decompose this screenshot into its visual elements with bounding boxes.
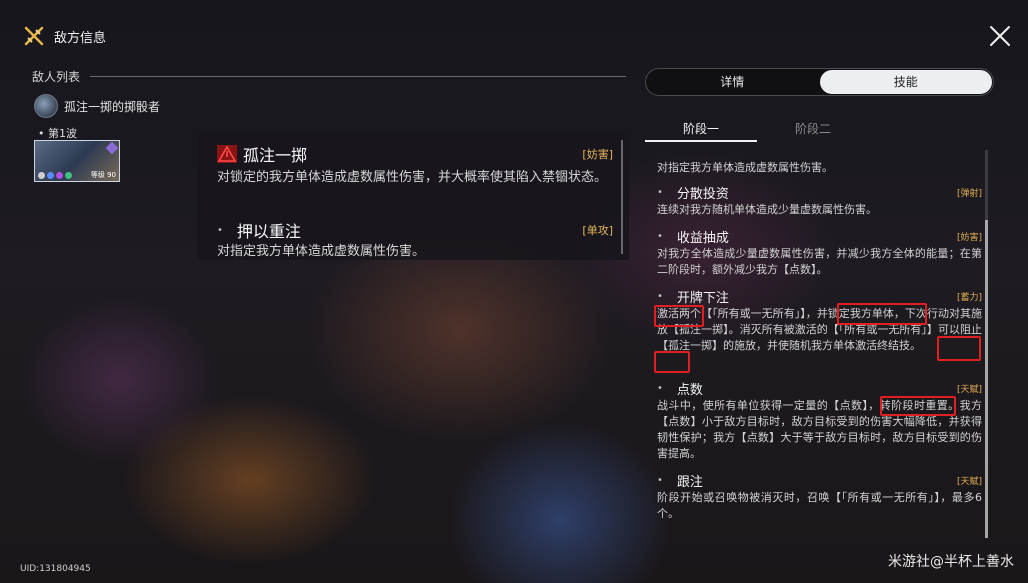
enemy-name: 孤注一掷的掷骰者 [64,99,161,114]
bullet-icon: • [217,224,223,236]
highlight-box [937,336,981,361]
highlight-box [880,396,956,416]
enemy-avatar [34,94,58,118]
skill-name: 点数 [676,382,703,398]
skill-item: • 点数 [天赋] 战斗中，使所有单位获得一定量的【点数】，转阶段时重置。我方【… [657,378,982,462]
popup-scrollbar[interactable] [621,140,623,254]
skill-tag: [天赋] [956,476,982,487]
enemy-card[interactable]: 等级 90 [34,140,120,182]
skill-item: • 收益抽成 [妨害] 对我方全体造成少量虚数属性伤害，并减少我方全体的能量；在… [657,226,982,278]
close-icon[interactable] [988,24,1012,48]
skill-name: 跟注 [676,474,703,490]
stage-tabs: 阶段一 阶段二 [645,120,995,142]
wave-label: • 第1波 [38,127,77,140]
popup-skill-name: 押以重注 [236,222,301,241]
weakness-icons [38,172,72,179]
skill-item: • 跟注 [天赋] 阶段开始或召唤物被消灭时，召唤【「所有或一无所有」】，最多6… [657,470,982,522]
boss-badge-icon [105,141,119,155]
tab-stage-1[interactable]: 阶段一 [645,120,757,137]
enemy-list-label: 敌人列表 [32,70,81,84]
popup-skill-desc: 对指定我方单体造成虚数属性伤害。 [217,244,426,259]
skill-desc: 对指定我方单体造成虚数属性伤害。 [657,161,833,174]
popup-skill-1-head: 孤注一掷 [妨害] [217,142,613,166]
skill-head: • 收益抽成 [妨害] [657,226,982,246]
skill-item: • 分散投资 [弹射] 连续对我方随机单体造成少量虚数属性伤害。 [657,182,982,218]
enemy-level: 等级 90 [90,171,116,179]
popup-skill-tag: [单攻] [582,224,613,237]
skill-tag: [蓄力] [956,292,982,303]
uid-label: UID:131804945 [20,564,91,574]
popup-skill-2-head: • 押以重注 [单攻] [217,218,613,242]
skill-detail-popup: 孤注一掷 [妨害] 对锁定的我方单体造成虚数属性伤害，并大概率使其陷入禁锢状态。… [197,134,629,260]
skill-item: 对指定我方单体造成虚数属性伤害。 [657,160,982,176]
bullet-icon: • [657,290,663,302]
skill-tag: [妨害] [956,232,982,243]
skill-name: 分散投资 [676,186,729,202]
page-title: 敌方信息 [54,30,107,46]
bullet-icon: • [657,230,663,242]
divider [90,76,626,77]
skill-head: • 点数 [天赋] [657,378,982,398]
header: 敌方信息 [22,24,106,48]
popup-skill-name: 孤注一掷 [243,146,308,165]
popup-skill-tag: [妨害] [582,148,613,161]
tab-details[interactable]: 详情 [646,69,819,95]
skill-name: 收益抽成 [676,230,729,246]
highlight-box [837,303,927,325]
skill-desc: 激活两个【「所有或一无所有」】，并锁定我方单体，下次行动对其施放【孤注一掷】。消… [657,307,982,352]
tab-stage-2[interactable]: 阶段二 [757,120,869,137]
enemy-list-header: 敌人列表 [32,68,626,85]
skill-desc: 对我方全体造成少量虚数属性伤害，并减少我方全体的能量；在第二阶段时，额外减少我方… [657,247,982,276]
bullet-icon: • [657,474,663,486]
skill-list: 对指定我方单体造成虚数属性伤害。 • 分散投资 [弹射] 连续对我方随机单体造成… [650,148,982,538]
skill-desc: 阶段开始或召唤物被消灭时，召唤【「所有或一无所有」】，最多6个。 [657,491,982,520]
skill-desc: 连续对我方随机单体造成少量虚数属性伤害。 [657,203,877,216]
highlight-box [654,305,704,327]
bullet-icon: • [657,382,663,394]
tab-skills[interactable]: 技能 [819,70,992,94]
warning-icon [217,145,237,163]
skill-head: • 分散投资 [弹射] [657,182,982,202]
skill-head: • 跟注 [天赋] [657,470,982,490]
highlight-box [654,351,690,373]
skill-tag: [弹射] [956,188,982,199]
enemy-entry[interactable]: 孤注一掷的掷骰者 [34,94,160,118]
skill-list-scrollbar[interactable] [985,150,988,538]
skill-tag: [天赋] [956,384,982,395]
skill-item: • 开牌下注 [蓄力] 激活两个【「所有或一无所有」】，并锁定我方单体，下次行动… [657,286,982,354]
sword-cross-icon [24,26,44,46]
info-tabs: 详情 技能 [645,68,994,96]
scrollbar-thumb[interactable] [985,220,988,538]
watermark: 米游社@半杯上善水 [888,554,1014,570]
popup-skill-desc: 对锁定的我方单体造成虚数属性伤害，并大概率使其陷入禁锢状态。 [217,170,608,185]
skill-head: • 开牌下注 [蓄力] [657,286,982,306]
active-tab-underline [645,140,757,142]
skill-name: 开牌下注 [676,290,729,306]
bullet-icon: • [657,186,663,198]
